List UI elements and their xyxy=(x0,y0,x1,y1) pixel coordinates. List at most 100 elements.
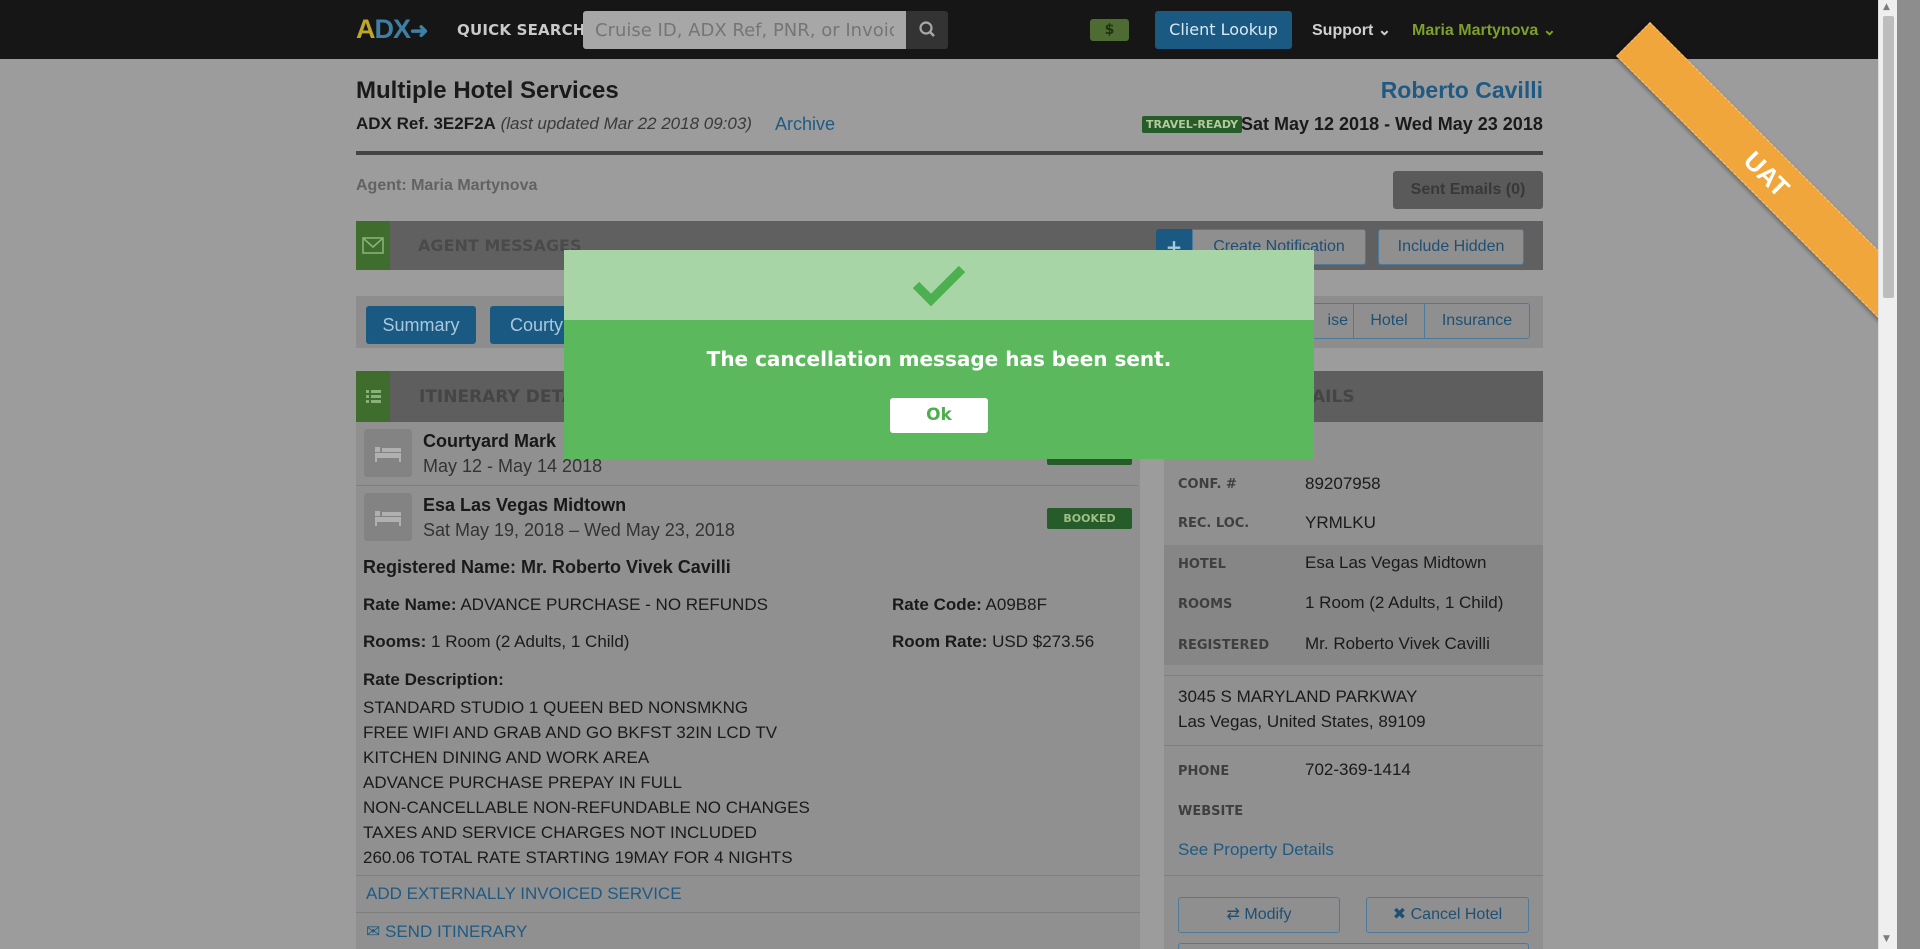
client-lookup-button[interactable]: Client Lookup xyxy=(1155,11,1292,49)
hotel-dates: Sat May 19, 2018 – Wed May 23, 2018 xyxy=(423,520,735,540)
envelope-icon: ✉ xyxy=(366,922,381,941)
swap-icon: ⇄ xyxy=(1226,906,1240,923)
adx-ref-line: ADX Ref. 3E2F2A (last updated Mar 22 201… xyxy=(356,114,752,134)
hotel-label: HOTEL xyxy=(1178,557,1226,572)
include-hidden-button[interactable]: Include Hidden xyxy=(1378,229,1524,265)
status-badge: TRAVEL-READY xyxy=(1142,116,1243,133)
rate-description-line: NON-CANCELLABLE NON-REFUNDABLE NO CHANGE… xyxy=(363,798,810,817)
support-label: Support xyxy=(1312,22,1374,39)
chevron-down-icon: ⌄ xyxy=(1377,22,1392,39)
address-line-2: Las Vegas, United States, 89109 xyxy=(1178,712,1426,731)
phone-label: PHONE xyxy=(1178,764,1230,779)
rooms: Rooms: 1 Room (2 Adults, 1 Child) xyxy=(363,632,629,652)
room-rate-label: Room Rate: xyxy=(892,632,988,651)
rooms-value: 1 Room (2 Adults, 1 Child) xyxy=(1305,593,1504,612)
rate-code-value: A09B8F xyxy=(985,595,1047,614)
send-itinerary-link[interactable]: ✉ SEND ITINERARY xyxy=(366,922,527,942)
uat-ribbon: UAT xyxy=(1616,22,1919,325)
modify-label: Modify xyxy=(1244,906,1292,923)
bed-icon xyxy=(364,429,412,477)
scroll-down-icon[interactable]: ▼ xyxy=(1883,934,1890,944)
scroll-up-icon[interactable]: ▲ xyxy=(1883,2,1890,12)
ok-button[interactable]: Ok xyxy=(890,398,988,433)
rate-description-line: TAXES AND SERVICE CHARGES NOT INCLUDED xyxy=(363,823,757,842)
hotel-name: Courtyard Mark xyxy=(423,431,557,451)
rate-name: Rate Name: ADVANCE PURCHASE - NO REFUNDS xyxy=(363,595,768,615)
quick-search-input[interactable] xyxy=(583,11,906,49)
add-external-service-link[interactable]: ADD EXTERNALLY INVOICED SERVICE xyxy=(366,884,682,904)
modal-message: The cancellation message has been sent. xyxy=(706,347,1172,371)
envelope-icon xyxy=(356,221,390,270)
itinerary-title: ITINERARY DETA xyxy=(419,387,575,407)
hotel-dates: May 12 - May 14 2018 xyxy=(423,456,603,476)
registered-name: Registered Name: Mr. Roberto Vivek Cavil… xyxy=(363,557,731,577)
registered-label: REGISTERED xyxy=(1178,638,1270,653)
divider xyxy=(356,875,1140,876)
list-icon xyxy=(356,371,390,422)
header-divider xyxy=(356,151,1543,155)
adx-ref: ADX Ref. 3E2F2A xyxy=(356,114,496,133)
agent-messages-title: AGENT MESSAGES xyxy=(418,236,582,255)
hotel-name: Esa Las Vegas Midtown xyxy=(423,495,627,515)
window-edge xyxy=(1897,0,1920,949)
scrollbar-thumb[interactable] xyxy=(1883,16,1894,298)
user-menu[interactable]: Maria Martynova ⌄ xyxy=(1412,20,1556,40)
address-line-1: 3045 S MARYLAND PARKWAY xyxy=(1178,687,1418,706)
website-label: WEBSITE xyxy=(1178,804,1244,819)
cancel-hotel-label: Cancel Hotel xyxy=(1410,906,1503,923)
archive-link[interactable]: Archive xyxy=(775,114,835,135)
support-menu[interactable]: Support ⌄ xyxy=(1312,20,1391,40)
cancel-hotel-button[interactable]: ✖ Cancel Hotel xyxy=(1366,897,1529,933)
tab-summary[interactable]: Summary xyxy=(366,306,476,344)
conf-label: CONF. # xyxy=(1178,477,1237,492)
sent-emails-button[interactable]: Sent Emails (0) xyxy=(1393,171,1543,209)
rate-name-label: Rate Name: xyxy=(363,595,457,614)
divider xyxy=(356,912,1140,913)
user-name: Maria Martynova xyxy=(1412,22,1539,39)
chevron-down-icon: ⌄ xyxy=(1542,22,1557,39)
divider xyxy=(1164,745,1543,746)
checkmark-icon xyxy=(912,265,966,307)
quick-search-label: QUICK SEARCH xyxy=(457,21,586,39)
rate-description-line: FREE WIFI AND GRAB AND GO BKFST 32IN LCD… xyxy=(363,723,778,742)
send-itinerary-label: SEND ITINERARY xyxy=(384,922,528,941)
rate-description-line: STANDARD STUDIO 1 QUEEN BED NONSMKNG xyxy=(363,698,749,717)
rate-name-value: ADVANCE PURCHASE - NO REFUNDS xyxy=(460,595,768,614)
room-rate-value: USD $273.56 xyxy=(992,632,1095,651)
client-name-link[interactable]: Roberto Cavilli xyxy=(1381,77,1543,104)
rate-code: Rate Code: A09B8F xyxy=(892,595,1047,615)
details-panel xyxy=(1164,422,1543,949)
page-title: Multiple Hotel Services xyxy=(356,77,619,104)
search-icon xyxy=(919,21,935,37)
scrollbar[interactable]: ▲ ▼ xyxy=(1878,0,1897,949)
modal-body xyxy=(564,320,1314,459)
modify-button[interactable]: ⇄ Modify xyxy=(1178,897,1340,933)
rooms-label: Rooms: xyxy=(363,632,427,651)
last-updated: (last updated Mar 22 2018 09:03) xyxy=(500,114,752,133)
recloc-label: REC. LOC. xyxy=(1178,516,1250,531)
search-button[interactable] xyxy=(906,11,948,49)
details-title: AILS xyxy=(1312,387,1355,407)
phone-value: 702-369-1414 xyxy=(1305,760,1411,779)
rate-description-line: ADVANCE PURCHASE PREPAY IN FULL xyxy=(363,773,682,792)
rate-description-line: KITCHEN DINING AND WORK AREA xyxy=(363,748,650,767)
rate-description-line: 260.06 TOTAL RATE STARTING 19MAY FOR 4 N… xyxy=(363,848,793,867)
rooms-label: ROOMS xyxy=(1178,597,1233,612)
rooms-value: 1 Room (2 Adults, 1 Child) xyxy=(431,632,630,651)
tab-cruise[interactable]: ise xyxy=(1312,303,1354,339)
tab-hotel[interactable]: Hotel xyxy=(1353,303,1425,339)
rate-description-label: Rate Description: xyxy=(363,670,504,689)
more-button[interactable] xyxy=(1178,943,1529,949)
dollar-button[interactable]: $ xyxy=(1090,19,1129,41)
close-icon: ✖ xyxy=(1392,906,1407,923)
see-property-details-link[interactable]: See Property Details xyxy=(1178,840,1334,860)
recloc-value: YRMLKU xyxy=(1305,513,1376,532)
agent-label: Agent: Maria Martynova xyxy=(356,177,538,194)
modal-header xyxy=(564,250,1314,320)
tab-insurance[interactable]: Insurance xyxy=(1424,303,1530,339)
tab-courtyard[interactable]: Courty xyxy=(490,306,564,344)
status-badge: BOOKED xyxy=(1047,508,1132,529)
trip-date-range: Sat May 12 2018 - Wed May 23 2018 xyxy=(1241,114,1543,134)
conf-value: 89207958 xyxy=(1305,474,1381,493)
adx-logo[interactable]: ADX➜ xyxy=(356,14,428,45)
